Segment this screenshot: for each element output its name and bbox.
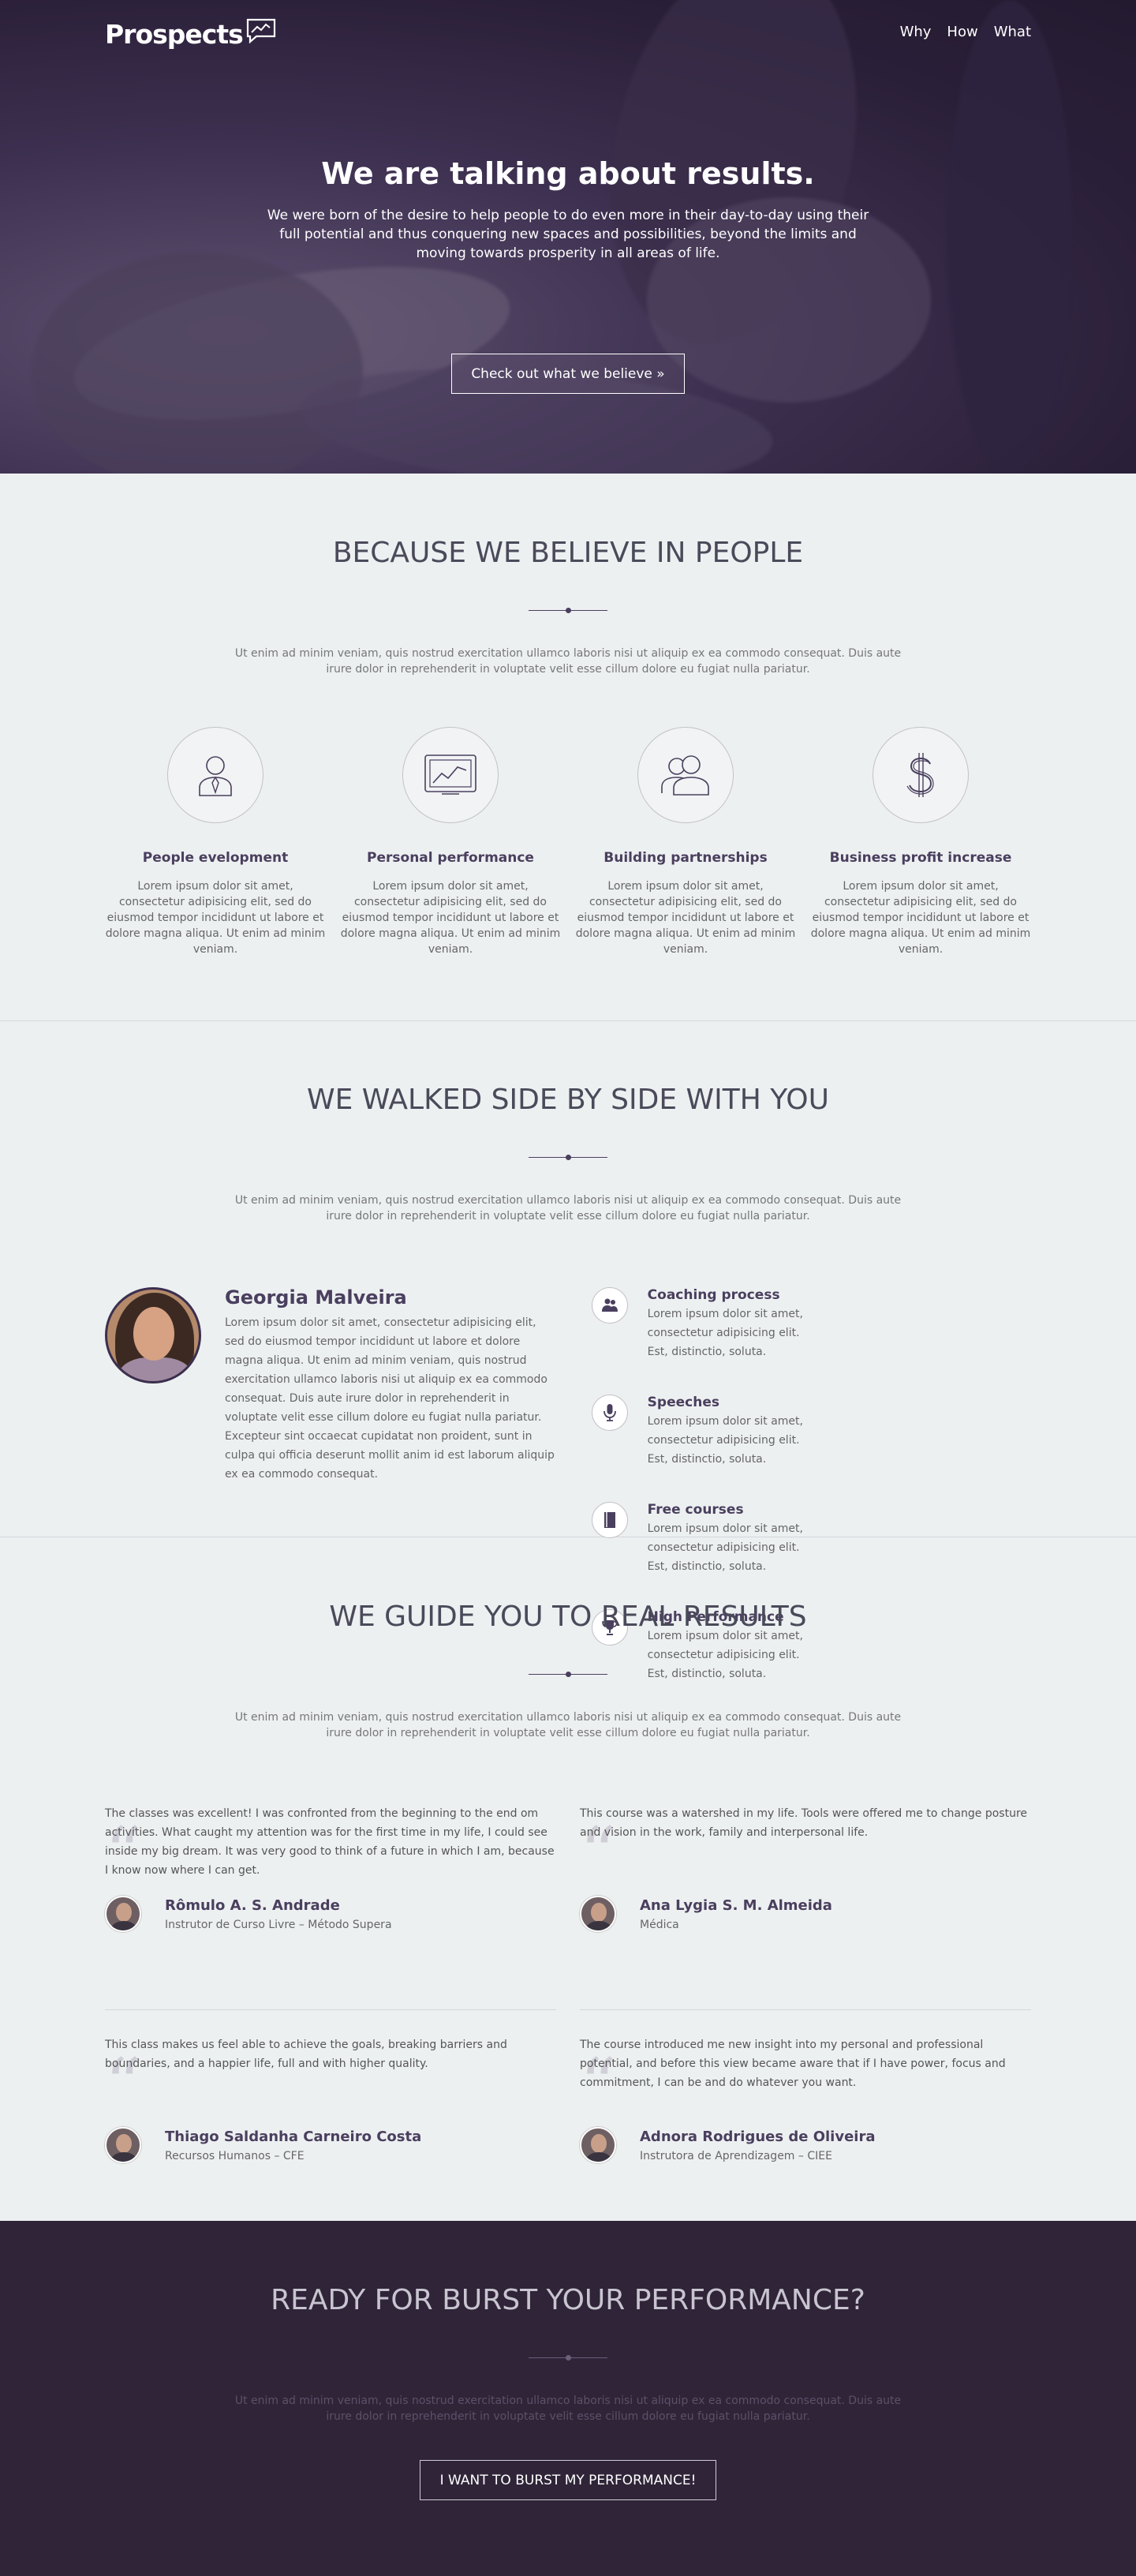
avatar [105, 1896, 141, 1932]
author-name: Rômulo A. S. Andrade [165, 1896, 340, 1914]
feature-item: Personal performance Lorem ipsum dolor s… [340, 727, 561, 957]
coach-avatar [105, 1287, 201, 1383]
logo-text: Prospects [105, 19, 244, 50]
testimonial-author: Adnora Rodrigues de Oliveira Instrutora … [580, 2127, 1031, 2163]
section-divider [529, 2355, 607, 2361]
service-title: Free courses [647, 1502, 744, 1518]
coaching-icon [591, 1287, 628, 1324]
author-role: Recursos Humanos – CFE [165, 2149, 305, 2162]
section-divider [529, 1672, 607, 1677]
service-item: Speeches Lorem ipsum dolor sit amet, con… [591, 1395, 805, 1502]
testimonial-card: “ The classes was excellent! I was confr… [105, 1804, 556, 2010]
microphone-icon [591, 1395, 628, 1431]
testimonial-quote: This course was a watershed in my life. … [580, 1807, 1028, 1839]
feature-title: Business profit increase [829, 850, 1012, 866]
feature-text: Lorem ipsum dolor sit amet, consectetur … [105, 880, 326, 956]
testimonial-quote: The course introduced me new insight int… [580, 2039, 1006, 2089]
testimonial-card: “ The course introduced me new insight i… [580, 2010, 1031, 2163]
section-intro: Ut enim ad minim veniam, quis nostrud ex… [234, 1194, 902, 1222]
feature-icon-circle [402, 727, 499, 823]
section-title: WE WALKED SIDE BY SIDE WITH YOU [307, 1084, 829, 1116]
author-role: Instrutor de Curso Livre – Método Supera [165, 1918, 392, 1931]
testimonial-card: “ This course was a watershed in my life… [580, 1804, 1031, 2010]
users-icon [661, 755, 709, 796]
service-title: Speeches [647, 1395, 719, 1410]
testimonial-author: Thiago Saldanha Carneiro Costa Recursos … [105, 2127, 556, 2163]
feature-title: Building partnerships [604, 850, 768, 866]
service-text: Lorem ipsum dolor sit amet, consectetur … [647, 1308, 803, 1358]
nav-menu: Why How What [900, 24, 1031, 40]
author-name: Ana Lygia S. M. Almeida [640, 1896, 832, 1914]
features-list: People evelopment Lorem ipsum dolor sit … [105, 727, 1031, 957]
feature-text: Lorem ipsum dolor sit amet, consectetur … [575, 880, 796, 956]
cta-section: READY FOR BURST YOUR PERFORMANCE? Ut eni… [0, 2221, 1136, 2576]
dollar-icon [906, 753, 934, 797]
testimonial-card: “ This class makes us feel able to achie… [105, 2010, 556, 2163]
feature-title: Personal performance [367, 850, 534, 866]
testimonial-quote: The classes was excellent! I was confron… [105, 1807, 555, 1877]
person-icon [199, 756, 232, 796]
testimonial-quote: This class makes us feel able to achieve… [105, 2039, 507, 2070]
coach-bio: Lorem ipsum dolor sit amet, consectetur … [225, 1316, 555, 1481]
cta-button[interactable]: I WANT TO BURST MY PERFORMANCE! [420, 2460, 716, 2500]
section-title: BECAUSE WE BELIEVE IN PEOPLE [332, 537, 804, 569]
author-role: Instrutora de Aprendizagem – CIEE [640, 2149, 832, 2162]
section-intro: Ut enim ad minim veniam, quis nostrud ex… [234, 2394, 902, 2423]
coach-name: Georgia Malveira [225, 1286, 407, 1309]
section-divider [529, 608, 607, 613]
avatar [580, 1896, 616, 1932]
section-intro: Ut enim ad minim veniam, quis nostrud ex… [234, 1711, 902, 1739]
avatar [105, 2127, 141, 2163]
author-name: Thiago Saldanha Carneiro Costa [165, 2128, 422, 2145]
book-icon [591, 1502, 628, 1538]
feature-icon-circle [637, 727, 734, 823]
testimonials-section: WE GUIDE YOU TO REAL RESULTS Ut enim ad … [0, 1537, 1136, 2221]
feature-text: Lorem ipsum dolor sit amet, consectetur … [810, 880, 1031, 956]
feature-item: Building partnerships Lorem ipsum dolor … [575, 727, 796, 957]
feature-text: Lorem ipsum dolor sit amet, consectetur … [340, 880, 561, 956]
feature-item: People evelopment Lorem ipsum dolor sit … [105, 727, 326, 957]
hero-section: Prospects Why How What We are talking ab… [0, 0, 1136, 474]
feature-item: Business profit increase Lorem ipsum dol… [810, 727, 1031, 957]
author-role: Médica [640, 1918, 679, 1931]
section-divider [529, 1155, 607, 1160]
testimonial-author: Rômulo A. S. Andrade Instrutor de Curso … [105, 1896, 556, 1932]
hero-title: We are talking about results. [321, 156, 815, 191]
feature-icon-circle [167, 727, 263, 823]
avatar [580, 2127, 616, 2163]
feature-icon-circle [873, 727, 969, 823]
nav-link-what[interactable]: What [994, 24, 1031, 40]
feature-title: People evelopment [142, 850, 289, 866]
logo[interactable]: Prospects [105, 17, 277, 51]
nav-link-how[interactable]: How [947, 24, 977, 40]
service-title: Coaching process [647, 1287, 780, 1303]
nav-link-why[interactable]: Why [900, 24, 932, 40]
testimonials-grid: “ The classes was excellent! I was confr… [105, 1804, 1031, 2163]
testimonial-author: Ana Lygia S. M. Almeida Médica [580, 1896, 1031, 1932]
service-item: Coaching process Lorem ipsum dolor sit a… [591, 1287, 828, 1395]
section-intro: Ut enim ad minim veniam, quis nostrud ex… [234, 647, 902, 676]
hero-text: We were born of the desire to help peopl… [267, 208, 869, 261]
section-title: WE GUIDE YOU TO REAL RESULTS [329, 1601, 807, 1633]
chart-icon [424, 754, 476, 795]
people-section: BECAUSE WE BELIEVE IN PEOPLE Ut enim ad … [0, 474, 1136, 1021]
section-title: READY FOR BURST YOUR PERFORMANCE? [271, 2284, 865, 2316]
author-name: Adnora Rodrigues de Oliveira [640, 2128, 876, 2145]
service-text: Lorem ipsum dolor sit amet, consectetur … [647, 1415, 803, 1466]
top-nav: Prospects Why How What [105, 14, 1031, 54]
logo-chart-icon [245, 17, 277, 51]
hero-cta-button[interactable]: Check out what we believe » [451, 354, 685, 394]
side-by-side-section: WE WALKED SIDE BY SIDE WITH YOU Ut enim … [0, 1021, 1136, 1680]
